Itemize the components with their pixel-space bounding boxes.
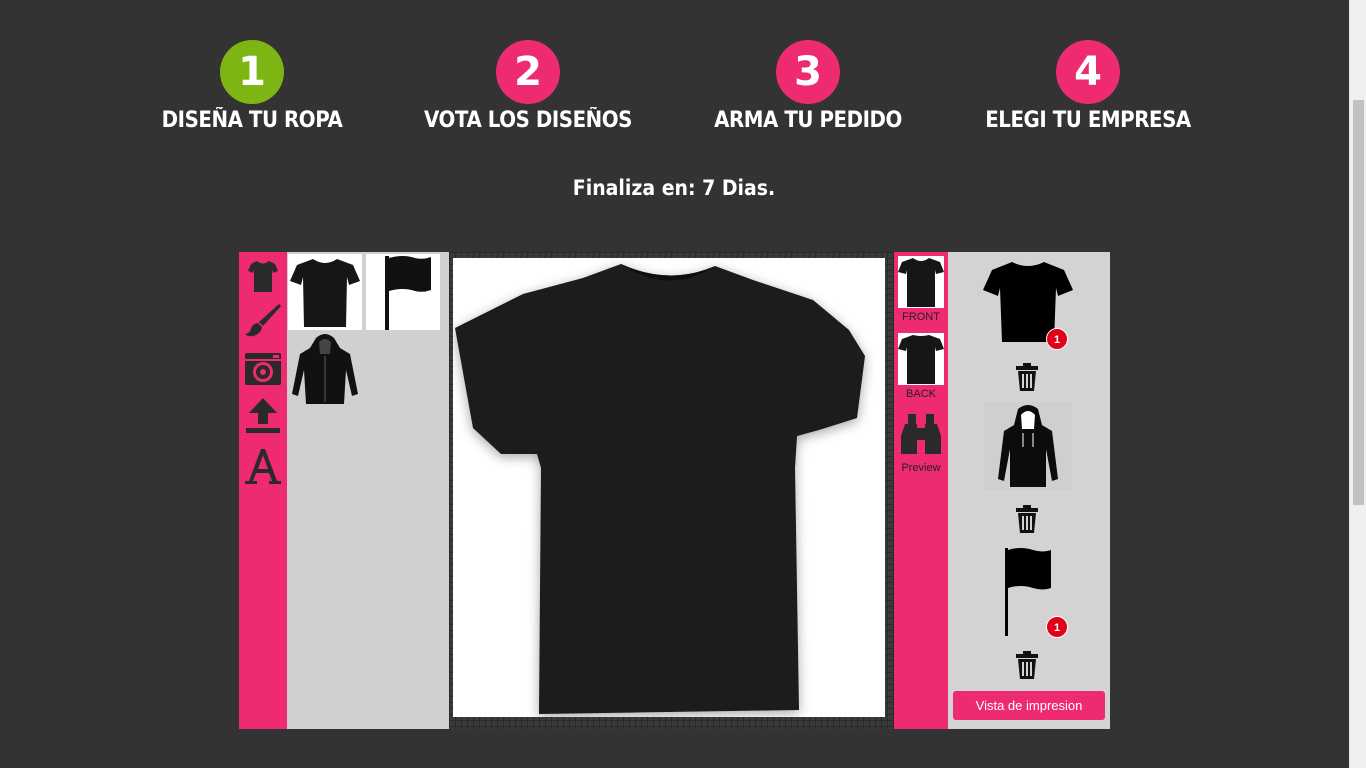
countdown-text: Finaliza en: 7 Dias. <box>572 176 776 200</box>
view-back[interactable]: BACK <box>896 331 946 400</box>
cart-item-tshirt[interactable]: 1 <box>978 260 1078 350</box>
cart-item-hoodie[interactable] <box>978 402 1078 490</box>
binoculars-icon <box>901 414 941 454</box>
delete-flag-button[interactable] <box>1014 650 1040 680</box>
text-tool[interactable] <box>243 446 283 486</box>
gallery-item-hoodie[interactable] <box>288 332 362 408</box>
delete-tshirt-button[interactable] <box>1014 362 1040 392</box>
cart-item-badge: 1 <box>1046 616 1068 638</box>
product-gallery <box>287 252 449 729</box>
tshirt-mockup <box>455 264 865 714</box>
cart-item-badge: 1 <box>1046 328 1068 350</box>
print-preview-button[interactable]: Vista de impresion <box>953 691 1105 720</box>
brush-tool[interactable] <box>243 300 283 340</box>
view-preview[interactable]: Preview <box>896 412 946 474</box>
view-preview-label: Preview <box>901 462 941 474</box>
designer-panel: FRONT BACK Preview 1 1 Vista de impresio… <box>239 252 1110 729</box>
step-4-label: ELEGI TU EMPRESA <box>985 108 1191 133</box>
step-1-label: DISEÑA TU ROPA <box>161 108 343 133</box>
tshirt-icon <box>248 261 278 292</box>
step-3[interactable]: 3 ARMA TU PEDIDO <box>678 40 938 133</box>
step-2-label: VOTA LOS DISEÑOS <box>424 108 632 133</box>
flag-thumb-icon <box>385 256 431 330</box>
step-1[interactable]: 1 DISEÑA TU ROPA <box>122 40 382 133</box>
front-thumb <box>896 254 946 310</box>
hoodie-thumb-icon <box>292 334 358 404</box>
gallery-item-tshirt[interactable] <box>288 254 362 330</box>
upload-icon <box>246 398 280 433</box>
page-scrollbar[interactable] <box>1349 0 1366 768</box>
view-front-label: FRONT <box>902 311 940 323</box>
tshirt-tool[interactable] <box>243 256 283 296</box>
upload-tool[interactable] <box>243 396 283 436</box>
trash-icon <box>1016 363 1038 391</box>
view-selector: FRONT BACK Preview <box>894 252 948 729</box>
view-front[interactable]: FRONT <box>896 254 946 323</box>
delete-hoodie-button[interactable] <box>1014 504 1040 534</box>
tshirt-thumb-icon <box>290 259 360 327</box>
step-2[interactable]: 2 VOTA LOS DISEÑOS <box>398 40 658 133</box>
brush-icon <box>245 304 281 337</box>
design-canvas-area <box>449 252 895 729</box>
step-4-number: 4 <box>1056 40 1120 104</box>
design-canvas[interactable] <box>453 258 885 717</box>
camera-icon <box>245 353 281 385</box>
tshirt-back-icon <box>898 335 944 384</box>
step-3-number: 3 <box>776 40 840 104</box>
cart-panel: 1 1 Vista de impresion <box>948 252 1110 729</box>
text-icon <box>245 449 281 484</box>
scrollbar-thumb[interactable] <box>1353 100 1364 505</box>
tool-sidebar <box>239 252 287 729</box>
hoodie-image <box>984 402 1072 490</box>
hoodie-icon <box>998 405 1058 487</box>
cart-item-flag[interactable]: 1 <box>978 546 1078 638</box>
camera-tool[interactable] <box>243 348 283 388</box>
step-3-label: ARMA TU PEDIDO <box>714 108 902 133</box>
trash-icon <box>1016 651 1038 679</box>
gallery-item-flag[interactable] <box>366 254 440 330</box>
tshirt-front-icon <box>898 258 944 307</box>
step-2-number: 2 <box>496 40 560 104</box>
back-thumb <box>896 331 946 387</box>
trash-icon <box>1016 505 1038 533</box>
view-back-label: BACK <box>906 388 936 400</box>
step-1-number: 1 <box>220 40 284 104</box>
step-4[interactable]: 4 ELEGI TU EMPRESA <box>958 40 1218 133</box>
